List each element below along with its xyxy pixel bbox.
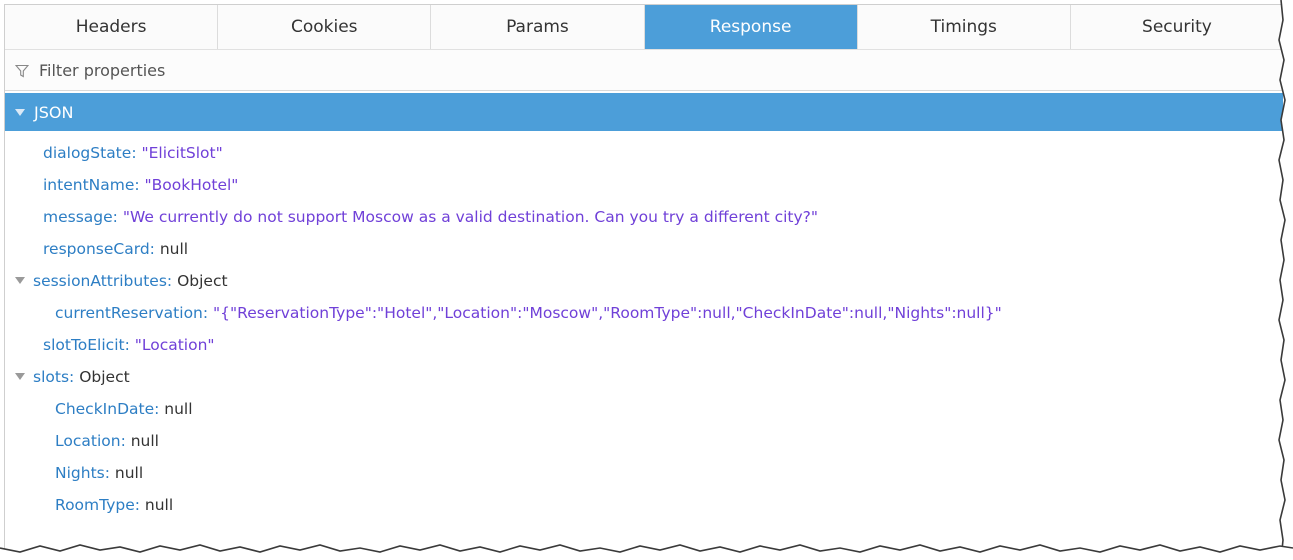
tree-key: dialogState	[43, 144, 132, 162]
torn-edge-right	[1275, 0, 1293, 560]
tree-key: slots	[33, 368, 70, 386]
tree-key: slotToElicit	[43, 336, 125, 354]
tree-value: "{"ReservationType":"Hotel","Location":"…	[213, 304, 1002, 322]
tree-value: "BookHotel"	[144, 176, 239, 194]
json-tree: dialogState: "ElicitSlot" intentName: "B…	[5, 131, 1283, 521]
filter-properties-input[interactable]	[37, 59, 641, 81]
tree-value: Object	[177, 272, 228, 290]
tree-key: Location	[55, 432, 121, 450]
torn-edge-bottom	[0, 544, 1293, 560]
tree-row-slottoelicit[interactable]: slotToElicit: "Location"	[5, 329, 1283, 361]
tree-row-nights[interactable]: Nights: null	[5, 457, 1283, 489]
tab-security[interactable]: Security	[1071, 5, 1283, 49]
tab-timings[interactable]: Timings	[858, 5, 1071, 49]
tree-row-dialogstate[interactable]: dialogState: "ElicitSlot"	[5, 137, 1283, 169]
tree-row-message[interactable]: message: "We currently do not support Mo…	[5, 201, 1283, 233]
tree-key: CheckInDate	[55, 400, 155, 418]
collapse-triangle-icon	[15, 108, 25, 116]
tree-row-slots[interactable]: slots: Object	[5, 361, 1283, 393]
tree-value: null	[114, 464, 144, 482]
tab-params[interactable]: Params	[431, 5, 645, 49]
tree-row-location[interactable]: Location: null	[5, 425, 1283, 457]
tree-key: message	[43, 208, 113, 226]
filter-bar	[5, 50, 1283, 91]
tab-cookies[interactable]: Cookies	[218, 5, 432, 49]
tree-key: RoomType	[55, 496, 135, 514]
tree-key: currentReservation	[55, 304, 203, 322]
tab-response[interactable]: Response	[644, 5, 858, 49]
response-panel: Headers Cookies Params Response Timings …	[4, 4, 1283, 549]
tree-key: sessionAttributes	[33, 272, 167, 290]
tree-key: intentName	[43, 176, 135, 194]
tree-value: null	[159, 240, 189, 258]
tree-row-roomtype[interactable]: RoomType: null	[5, 489, 1283, 521]
json-section-header[interactable]: JSON	[5, 93, 1283, 131]
expand-triangle-icon[interactable]	[15, 373, 25, 380]
tab-bar: Headers Cookies Params Response Timings …	[5, 5, 1283, 50]
tree-value: "We currently do not support Moscow as a…	[122, 208, 819, 226]
tree-row-currentreservation[interactable]: currentReservation: "{"ReservationType":…	[5, 297, 1283, 329]
tree-row-responsecard[interactable]: responseCard: null	[5, 233, 1283, 265]
filter-icon	[14, 63, 30, 78]
tree-row-checkindate[interactable]: CheckInDate: null	[5, 393, 1283, 425]
json-section-label: JSON	[34, 102, 74, 122]
expand-triangle-icon[interactable]	[15, 277, 25, 284]
tree-key: Nights	[55, 464, 105, 482]
tree-key: responseCard	[43, 240, 150, 258]
tree-value: "Location"	[134, 336, 215, 354]
tree-row-sessionattributes[interactable]: sessionAttributes: Object	[5, 265, 1283, 297]
tree-value: Object	[79, 368, 130, 386]
tree-value: "ElicitSlot"	[141, 144, 223, 162]
tree-value: null	[164, 400, 193, 418]
tree-row-intentname[interactable]: intentName: "BookHotel"	[5, 169, 1283, 201]
tab-headers[interactable]: Headers	[5, 5, 219, 49]
tree-value: null	[144, 496, 174, 514]
tree-value: null	[130, 432, 159, 450]
